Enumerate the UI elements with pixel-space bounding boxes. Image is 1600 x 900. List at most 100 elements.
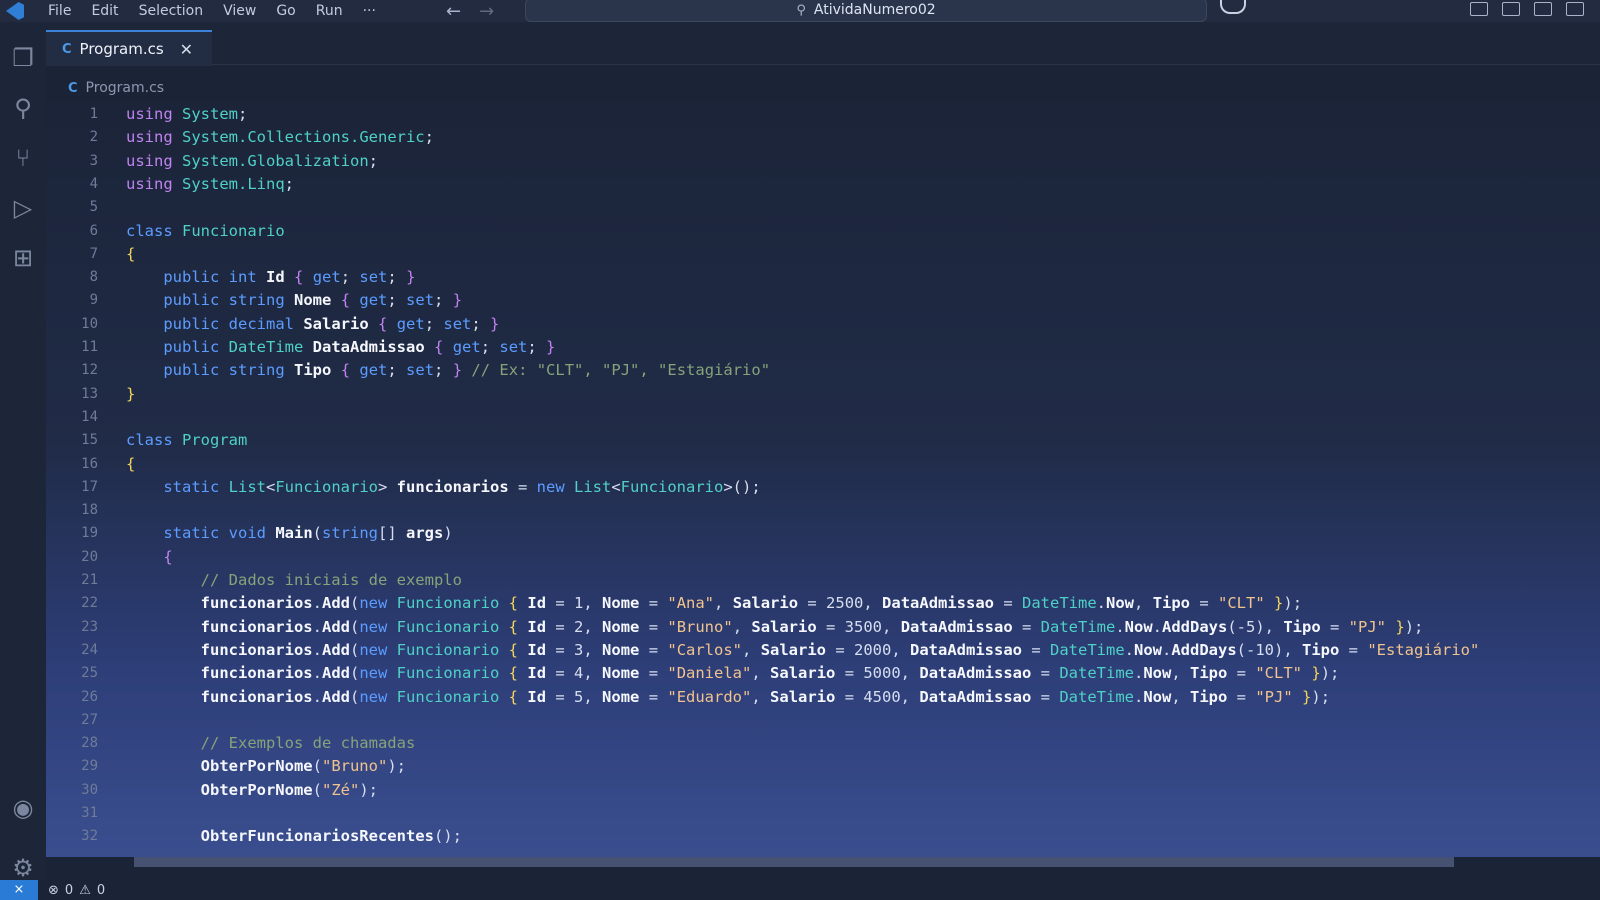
code-text[interactable]: {	[126, 452, 135, 476]
line-number: 32	[81, 828, 98, 845]
forward-arrow-icon[interactable]: →	[479, 1, 494, 22]
nav-arrows: ← →	[446, 1, 494, 22]
code-text[interactable]: funcionarios.Add(new Funcionario { Id = …	[126, 591, 1302, 615]
code-text[interactable]: ObterFuncionariosRecentes();	[126, 824, 462, 848]
toggle-panel-icon[interactable]	[1502, 2, 1520, 16]
code-text[interactable]: {	[126, 545, 172, 569]
code-text[interactable]: using System;	[126, 102, 247, 126]
run-debug-icon[interactable]: ▷	[9, 194, 37, 222]
search-view-icon[interactable]: ⚲	[9, 94, 37, 122]
code-text[interactable]: funcionarios.Add(new Funcionario { Id = …	[126, 661, 1340, 685]
line-number: 5	[89, 199, 98, 216]
horizontal-scrollbar[interactable]	[134, 857, 1454, 867]
code-text[interactable]: {	[126, 242, 135, 266]
title-bar: File Edit Selection View Go Run ··· ← → …	[0, 0, 1600, 22]
csharp-file-icon: C	[68, 80, 78, 96]
line-number: 24	[81, 641, 98, 658]
csharp-file-icon: C	[62, 41, 72, 57]
source-control-icon[interactable]: ⑂	[9, 144, 37, 172]
line-number: 18	[81, 502, 98, 519]
tab-label: Program.cs	[79, 40, 164, 58]
problems-indicator[interactable]: ⊗ 0 ⚠ 0	[48, 883, 105, 898]
toggle-primary-sidebar-icon[interactable]	[1470, 2, 1488, 16]
line-number: 3	[89, 152, 98, 169]
back-arrow-icon[interactable]: ←	[446, 1, 461, 22]
code-text[interactable]: class Program	[126, 428, 247, 452]
customize-layout-icon[interactable]	[1566, 2, 1584, 16]
line-number: 26	[81, 688, 98, 705]
line-number: 22	[81, 595, 98, 612]
code-text[interactable]: // Dados iniciais de exemplo	[126, 568, 462, 592]
line-number: 13	[81, 385, 98, 402]
workspace-title: AtividaNumero02	[813, 2, 936, 18]
line-number: 11	[81, 339, 98, 355]
code-text[interactable]: class Funcionario	[126, 219, 285, 243]
line-number: 9	[89, 292, 98, 309]
menu-edit[interactable]: Edit	[81, 0, 128, 22]
line-number: 6	[89, 222, 98, 239]
search-icon: ⚲	[796, 2, 806, 18]
line-number: 15	[81, 432, 98, 449]
line-number: 30	[81, 781, 98, 798]
extensions-icon[interactable]: ⊞	[9, 244, 37, 272]
code-text[interactable]: ObterPorNome("Bruno");	[126, 754, 406, 778]
line-number: 2	[89, 129, 98, 146]
tab-program-cs[interactable]: C Program.cs ✕	[46, 30, 212, 66]
code-text[interactable]: public decimal Salario { get; set; }	[126, 312, 499, 336]
breadcrumb-file[interactable]: Program.cs	[86, 80, 165, 96]
menu-view[interactable]: View	[213, 0, 266, 22]
code-text[interactable]: // Exemplos de chamadas	[126, 731, 416, 755]
code-text[interactable]: public string Tipo { get; set; } // Ex: …	[126, 358, 770, 382]
code-editor[interactable]: 1 using System; 2 using System.Collections.…	[46, 102, 1600, 857]
line-number: 28	[81, 735, 98, 752]
code-text[interactable]: static List<Funcionario> funcionarios = …	[126, 475, 760, 499]
line-number: 10	[81, 315, 98, 332]
code-text[interactable]: funcionarios.Add(new Funcionario { Id = …	[126, 685, 1330, 709]
code-text[interactable]: using System.Globalization;	[126, 149, 378, 173]
code-text[interactable]: public DateTime DataAdmissao { get; set;…	[126, 335, 555, 359]
code-text[interactable]: funcionarios.Add(new Funcionario { Id = …	[126, 615, 1424, 639]
close-icon[interactable]: ✕	[180, 40, 193, 59]
status-bar: ⨯ ⊗ 0 ⚠ 0	[0, 880, 1600, 900]
layout-controls	[1470, 2, 1584, 16]
error-count: 0	[64, 882, 74, 898]
line-number: 4	[89, 175, 98, 192]
menu-more[interactable]: ···	[353, 0, 386, 22]
remote-indicator-icon[interactable]: ⨯	[0, 880, 38, 900]
line-number: 7	[89, 245, 98, 262]
code-text[interactable]: ObterPorNome("Zé");	[126, 778, 378, 802]
code-text[interactable]: }	[126, 382, 135, 406]
code-text[interactable]: static void Main(string[] args)	[126, 521, 452, 545]
copilot-icon[interactable]	[1220, 0, 1246, 14]
code-text[interactable]: using System.Linq;	[126, 172, 294, 196]
error-icon: ⊗	[48, 882, 59, 898]
command-center-search[interactable]: ⚲ AtividaNumero02	[525, 0, 1207, 22]
line-number: 1	[89, 106, 98, 122]
menu-file[interactable]: File	[38, 0, 81, 22]
menu-selection[interactable]: Selection	[129, 0, 214, 22]
line-number: 25	[81, 665, 98, 682]
warning-icon: ⚠	[79, 882, 91, 898]
code-text[interactable]: public string Nome { get; set; }	[126, 288, 462, 312]
settings-gear-icon[interactable]: ⚙	[9, 854, 37, 882]
line-number: 20	[81, 548, 98, 565]
line-number: 14	[81, 408, 98, 425]
menu-bar: File Edit Selection View Go Run ···	[38, 0, 386, 22]
line-number: 29	[81, 758, 98, 775]
toggle-secondary-sidebar-icon[interactable]	[1534, 2, 1552, 16]
line-number: 31	[81, 805, 98, 821]
activity-bar: ❐ ⚲ ⑂ ▷ ⊞ ◉ ⚙	[0, 22, 46, 882]
menu-run[interactable]: Run	[306, 0, 353, 22]
line-number: 16	[81, 455, 98, 472]
menu-go[interactable]: Go	[266, 0, 305, 22]
line-number: 12	[81, 362, 98, 379]
explorer-icon[interactable]: ❐	[9, 44, 37, 72]
line-number: 8	[89, 269, 98, 286]
code-text[interactable]: using System.Collections.Generic;	[126, 125, 434, 149]
accounts-icon[interactable]: ◉	[9, 794, 37, 822]
line-number: 17	[81, 478, 98, 495]
code-text[interactable]: funcionarios.Add(new Funcionario { Id = …	[126, 638, 1480, 662]
vscode-logo-icon	[6, 2, 24, 20]
code-text[interactable]: public int Id { get; set; }	[126, 265, 415, 289]
line-number: 19	[81, 525, 98, 542]
